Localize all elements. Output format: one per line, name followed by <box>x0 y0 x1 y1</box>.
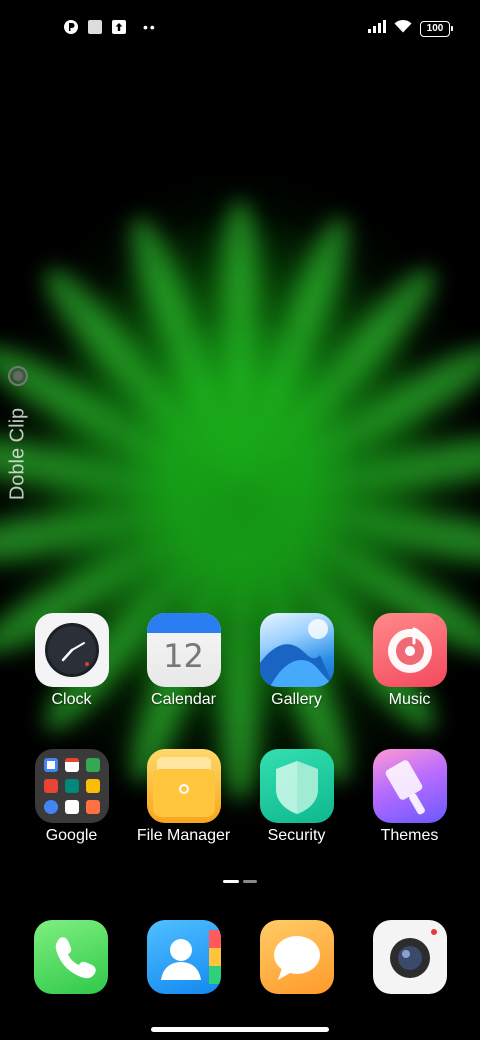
camera-icon <box>390 929 437 978</box>
dock-messages[interactable] <box>260 920 334 994</box>
gallery-icon <box>259 613 334 687</box>
app-label: Music <box>388 691 431 708</box>
battery-icon: 100 <box>420 20 453 37</box>
app-music[interactable]: Music <box>353 613 466 709</box>
app-label: Google <box>45 827 98 844</box>
square-notification-icon <box>87 19 103 35</box>
phone-icon <box>55 937 96 979</box>
upload-icon <box>111 19 127 35</box>
security-shield-icon <box>259 749 334 823</box>
app-gallery[interactable]: Gallery <box>240 613 353 709</box>
notification-app-icon <box>63 19 79 35</box>
app-google-folder[interactable]: Google <box>15 749 128 845</box>
more-dots-icon: •• <box>143 19 157 35</box>
calendar-date: 12 <box>163 637 204 675</box>
music-icon <box>372 613 447 687</box>
home-gesture-bar[interactable] <box>151 1027 329 1032</box>
messages-icon <box>274 936 320 980</box>
app-label: Security <box>267 827 326 844</box>
app-label: Clock <box>51 691 92 708</box>
calendar-icon: 12 <box>146 613 221 687</box>
app-label: File Manager <box>136 827 231 844</box>
status-bar: •• 100 <box>0 0 480 56</box>
app-label: Themes <box>380 827 439 844</box>
floating-ball-icon[interactable] <box>8 366 28 386</box>
page-indicator <box>223 880 257 883</box>
contacts-icon <box>161 930 221 984</box>
side-floating-widget[interactable]: Doble Clip <box>0 360 36 500</box>
side-widget-label: Doble Clip <box>6 407 29 501</box>
google-folder-icon <box>34 749 109 823</box>
signal-icon <box>368 19 386 38</box>
page-dot-active <box>223 880 239 883</box>
app-security[interactable]: Security <box>240 749 353 845</box>
themes-brush-icon <box>372 749 447 823</box>
dock-camera[interactable] <box>373 920 447 994</box>
app-clock[interactable]: Clock <box>15 613 128 709</box>
clock-icon <box>34 613 109 687</box>
app-label: Calendar <box>151 691 216 708</box>
app-file-manager[interactable]: File Manager <box>127 749 240 845</box>
app-label: Gallery <box>271 691 322 708</box>
dock-contacts[interactable] <box>147 920 221 994</box>
app-themes[interactable]: Themes <box>353 749 466 845</box>
dock-phone[interactable] <box>34 920 108 994</box>
app-calendar[interactable]: 12 Calendar <box>127 613 240 709</box>
file-manager-icon <box>146 749 221 823</box>
wallpaper <box>0 0 480 1040</box>
wifi-icon <box>394 19 412 38</box>
page-dot <box>243 880 257 883</box>
